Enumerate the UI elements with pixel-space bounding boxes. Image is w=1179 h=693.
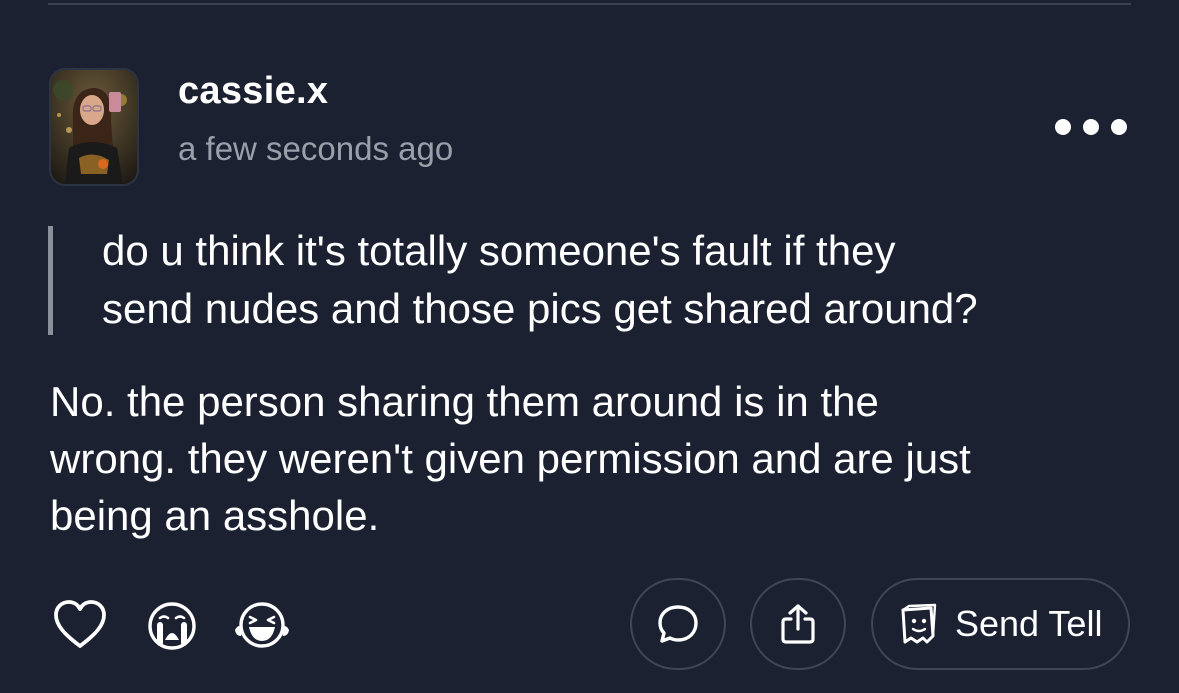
- speech-bubble-icon: [658, 605, 698, 643]
- like-button[interactable]: [52, 597, 108, 658]
- post-card: cassie.x a few seconds ago do u think it…: [0, 0, 1179, 693]
- avatar[interactable]: [49, 68, 139, 186]
- share-button[interactable]: [750, 578, 846, 670]
- share-icon: [781, 604, 815, 644]
- question-line: send nudes and those pics get shared aro…: [102, 285, 978, 332]
- more-options-button[interactable]: [1055, 110, 1127, 144]
- more-dot: [1055, 119, 1071, 135]
- username[interactable]: cassie.x: [178, 70, 328, 113]
- answer-line: wrong. they weren't given permission and…: [50, 435, 971, 482]
- answer-line: being an asshole.: [50, 492, 380, 539]
- avatar-photo: [51, 70, 137, 184]
- anonymous-message-icon: [901, 603, 937, 644]
- answer-text: No. the person sharing them around is in…: [50, 373, 1140, 544]
- question-line: do u think it's totally someone's fault …: [102, 227, 896, 274]
- send-tell-label: Send Tell: [955, 603, 1103, 644]
- comment-button[interactable]: [630, 578, 726, 670]
- quote-bar: [48, 226, 53, 335]
- more-dot: [1111, 119, 1127, 135]
- answer-line: No. the person sharing them around is in…: [50, 378, 879, 425]
- heart-icon: [54, 600, 106, 648]
- more-dot: [1083, 119, 1099, 135]
- timestamp: a few seconds ago: [178, 130, 454, 167]
- cry-reaction-button[interactable]: [145, 600, 199, 657]
- laugh-reaction-button[interactable]: [232, 600, 292, 655]
- crying-face-icon: [148, 602, 196, 650]
- divider: [48, 3, 1131, 5]
- laughing-face-icon: [235, 602, 289, 648]
- send-tell-button[interactable]: Send Tell: [871, 578, 1130, 670]
- question-quote: do u think it's totally someone's fault …: [48, 222, 1138, 338]
